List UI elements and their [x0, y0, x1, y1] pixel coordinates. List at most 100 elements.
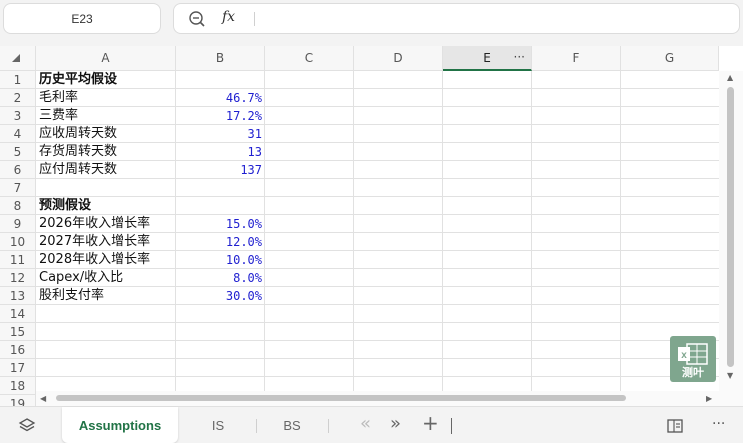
row-header[interactable]: 4 — [0, 125, 36, 143]
cell-b[interactable]: 30.0% — [176, 287, 262, 305]
cell-b[interactable] — [176, 323, 262, 341]
row-header[interactable]: 2 — [0, 89, 36, 107]
row-header[interactable]: 14 — [0, 305, 36, 323]
sheet-tab-bar: Assumptions IS BS « » + ··· — [0, 406, 743, 443]
gridline — [531, 71, 532, 406]
row-header[interactable]: 16 — [0, 341, 36, 359]
cell-a[interactable]: 应收周转天数 — [39, 125, 117, 143]
cell-a[interactable]: 预测假设 — [39, 197, 91, 215]
zoom-out-icon[interactable] — [188, 10, 206, 28]
next-sheet-icon[interactable]: » — [390, 413, 401, 434]
spreadsheet-grid[interactable]: A B C D E ··· F G 1 历史平均假设 2 毛利率 46.7% 3 三费率 17… — [0, 46, 743, 406]
column-menu-icon[interactable]: ··· — [514, 50, 525, 64]
cell-b[interactable]: 8.0% — [176, 269, 262, 287]
tab-is[interactable]: IS — [180, 407, 256, 443]
gridline — [36, 322, 719, 323]
select-all-icon — [12, 54, 20, 62]
cell-a[interactable]: 股利支付率 — [39, 287, 104, 305]
column-header-e-label: E — [483, 50, 491, 65]
column-header-b[interactable]: B — [176, 46, 265, 71]
toolbar: E23 fx — [0, 0, 743, 46]
column-header-f[interactable]: F — [532, 46, 621, 71]
cell-b[interactable] — [176, 305, 262, 323]
cell-a[interactable]: 应付周转天数 — [39, 161, 117, 179]
scroll-right-icon[interactable]: ▶ — [706, 394, 712, 403]
row-header[interactable]: 6 — [0, 161, 36, 179]
gridline — [442, 71, 443, 406]
cell-b[interactable]: 17.2% — [176, 107, 262, 125]
select-all-corner[interactable] — [0, 46, 36, 71]
cell-b[interactable] — [176, 179, 262, 197]
column-header-a[interactable]: A — [36, 46, 176, 71]
row-header[interactable]: 7 — [0, 179, 36, 197]
row-header[interactable]: 10 — [0, 233, 36, 251]
sheet-list-icon[interactable] — [666, 417, 684, 435]
gridline — [36, 358, 719, 359]
prev-sheet-icon[interactable]: « — [360, 413, 371, 434]
scroll-down-icon[interactable]: ▼ — [727, 371, 733, 380]
more-options-icon[interactable]: ··· — [712, 416, 725, 432]
cell-b[interactable]: 31 — [176, 125, 262, 143]
layers-icon[interactable] — [18, 417, 36, 435]
row-header[interactable]: 12 — [0, 269, 36, 287]
cell-a[interactable]: 历史平均假设 — [39, 71, 117, 89]
horizontal-scroll-thumb[interactable] — [56, 395, 626, 401]
row-header[interactable]: 13 — [0, 287, 36, 305]
gridline — [620, 71, 621, 406]
gridline — [36, 196, 719, 197]
column-header-e[interactable]: E ··· — [443, 46, 532, 71]
scroll-up-icon[interactable]: ▲ — [727, 73, 733, 82]
scroll-left-icon[interactable]: ◀ — [40, 394, 46, 403]
watermark-text: 测叶 — [682, 366, 704, 379]
row-header[interactable]: 15 — [0, 323, 36, 341]
gridline — [36, 286, 719, 287]
cell-b[interactable] — [176, 197, 262, 215]
horizontal-scrollbar[interactable]: ◀ ▶ — [36, 391, 719, 406]
cell-b[interactable] — [176, 359, 262, 377]
cell-b[interactable]: 10.0% — [176, 251, 262, 269]
cell-b[interactable]: 15.0% — [176, 215, 262, 233]
cell-a[interactable]: Capex/收入比 — [39, 269, 123, 287]
gridline — [36, 124, 719, 125]
row-header[interactable]: 3 — [0, 107, 36, 125]
tab-assumptions[interactable]: Assumptions — [62, 407, 178, 443]
cell-b[interactable]: 137 — [176, 161, 262, 179]
row-header[interactable]: 11 — [0, 251, 36, 269]
vertical-scroll-thumb[interactable] — [727, 87, 734, 367]
cell-a[interactable]: 三费率 — [39, 107, 78, 125]
gridline — [353, 71, 354, 406]
tab-bs[interactable]: BS — [256, 407, 328, 443]
cell-b[interactable] — [176, 341, 262, 359]
cell-b[interactable] — [176, 71, 262, 89]
cell-a[interactable]: 2027年收入增长率 — [39, 233, 150, 251]
row-header[interactable]: 19 — [0, 395, 36, 406]
vertical-scrollbar[interactable]: ▲ ▼ — [719, 71, 743, 406]
gridline — [36, 106, 719, 107]
cell-a[interactable]: 2028年收入增长率 — [39, 251, 150, 269]
add-sheet-icon[interactable]: + — [422, 411, 439, 435]
cell-b[interactable]: 46.7% — [176, 89, 262, 107]
cell-a[interactable]: 毛利率 — [39, 89, 78, 107]
formula-bar[interactable]: fx — [173, 3, 740, 34]
row-header[interactable]: 17 — [0, 359, 36, 377]
tab-separator — [328, 419, 329, 433]
tab-separator — [451, 418, 452, 434]
gridline — [264, 71, 265, 406]
formula-separator — [254, 12, 255, 26]
column-header-g[interactable]: G — [621, 46, 719, 71]
row-header[interactable]: 8 — [0, 197, 36, 215]
fx-label[interactable]: fx — [222, 9, 235, 25]
cell-a[interactable]: 存货周转天数 — [39, 143, 117, 161]
row-header[interactable]: 1 — [0, 71, 36, 89]
cell-a[interactable]: 2026年收入增长率 — [39, 215, 150, 233]
gridline — [36, 376, 719, 377]
row-header[interactable]: 18 — [0, 377, 36, 395]
column-header-d[interactable]: D — [354, 46, 443, 71]
name-box[interactable]: E23 — [3, 3, 161, 34]
row-header[interactable]: 5 — [0, 143, 36, 161]
row-header[interactable]: 9 — [0, 215, 36, 233]
column-header-c[interactable]: C — [265, 46, 354, 71]
gridline — [36, 88, 719, 89]
cell-b[interactable]: 12.0% — [176, 233, 262, 251]
cell-b[interactable]: 13 — [176, 143, 262, 161]
